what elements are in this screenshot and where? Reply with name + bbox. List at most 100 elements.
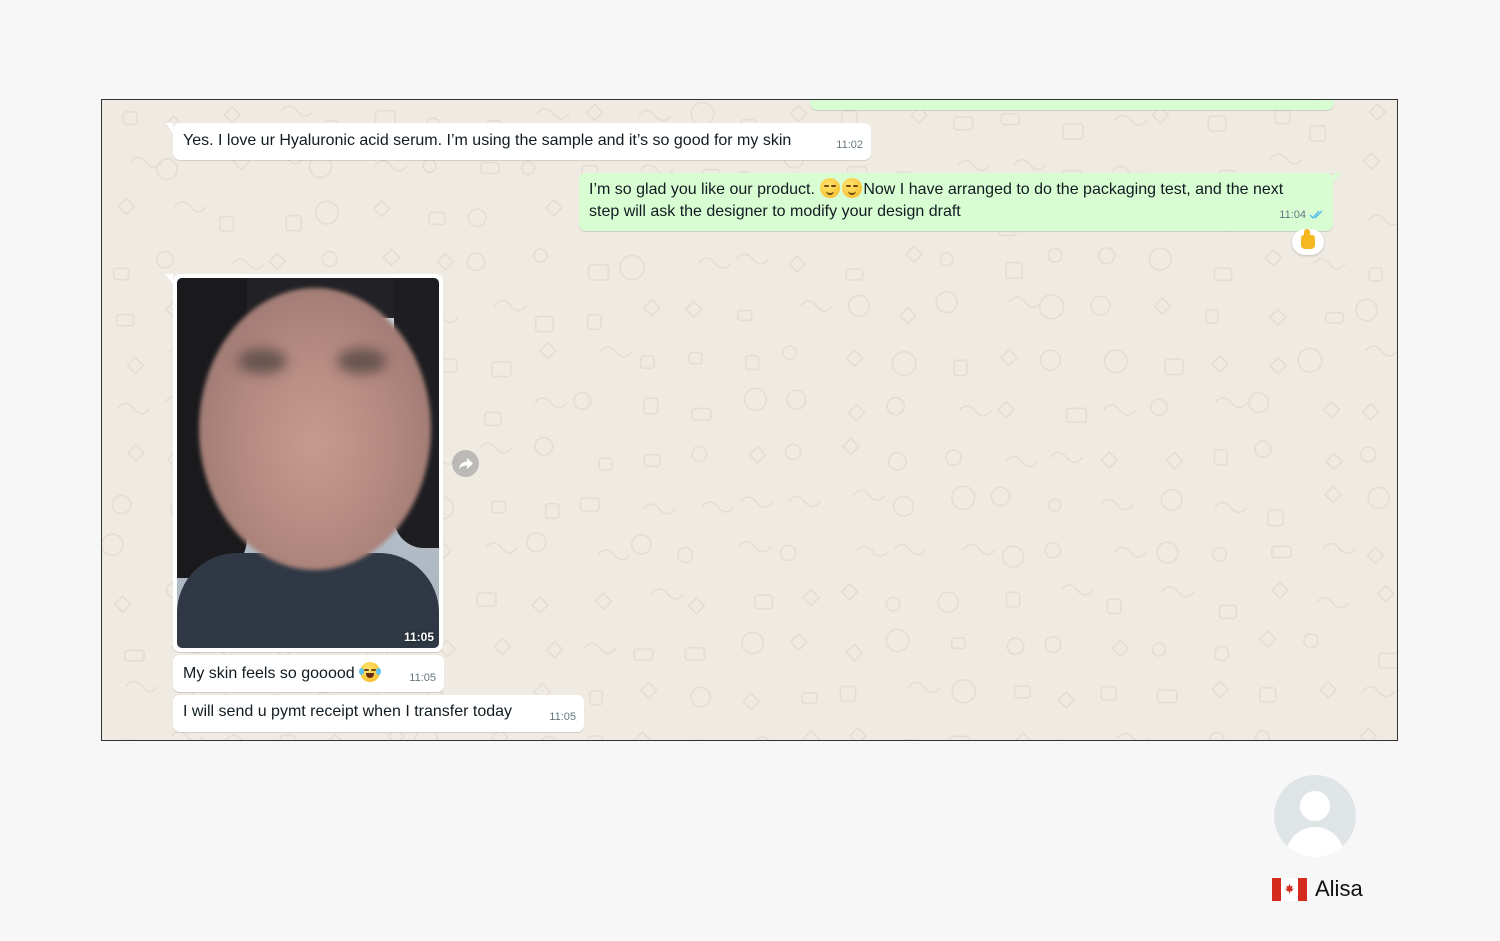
wallpaper-doodle (885, 596, 901, 612)
wallpaper-doodle (886, 396, 905, 416)
wallpaper-doodle (1100, 498, 1134, 511)
wallpaper-doodle (598, 457, 613, 471)
wallpaper-doodle (839, 685, 857, 702)
wallpaper-doodle (799, 300, 834, 312)
wallpaper-doodle (279, 734, 296, 740)
wallpaper-doodle (124, 649, 145, 662)
wallpaper-doodle (888, 451, 907, 471)
message-text: I’m so glad you like our product. Now I … (589, 178, 1309, 223)
message-bubble-outgoing-partial[interactable]: 10:58 (810, 100, 1334, 110)
wallpaper-doodle (1323, 485, 1343, 504)
wallpaper-doodle (1268, 308, 1287, 327)
wallpaper-doodle (534, 396, 568, 409)
wallpaper-doodle (1047, 498, 1062, 513)
wallpaper-doodle (1044, 541, 1062, 559)
wallpaper-doodle (698, 257, 732, 269)
wallpaper-doodle (782, 345, 797, 360)
message-bubble-incoming[interactable]: My skin feels so gooood 11:05 (173, 655, 444, 692)
wallpaper-doodle (1269, 356, 1288, 375)
wallpaper-doodle (533, 248, 548, 263)
wallpaper-doodle (1269, 153, 1304, 165)
wallpaper-doodle (741, 631, 764, 655)
wallpaper-doodle (1111, 639, 1130, 658)
wallpaper-doodle (126, 443, 146, 462)
wallpaper-doodle (1364, 345, 1397, 357)
wallpaper-doodle (737, 309, 753, 322)
wallpaper-doodle (633, 648, 654, 661)
wallpaper-doodle (1274, 109, 1291, 125)
message-bubble-incoming[interactable]: I will send u pymt receipt when I transf… (173, 695, 584, 732)
image-thumbnail[interactable]: 11:05 (177, 278, 439, 648)
read-ticks-icon (1309, 210, 1323, 220)
wallpaper-doodle (1044, 636, 1062, 654)
wallpaper-doodle (690, 686, 712, 708)
wallpaper-doodle (1153, 296, 1172, 316)
wallpaper-doodle (479, 161, 500, 175)
wallpaper-doodle (1322, 400, 1341, 419)
wallpaper-doodle (1205, 309, 1219, 325)
wallpaper-doodle (996, 400, 1016, 419)
wallpaper-doodle (847, 294, 871, 317)
reaction-thumbs-up[interactable] (1292, 229, 1324, 255)
wallpaper-doodle (1270, 581, 1289, 600)
wallpaper-doodle (740, 496, 774, 508)
wallpaper-doodle (1319, 680, 1338, 699)
wallpaper-doodle (1362, 685, 1396, 698)
wallpaper-doodle (638, 109, 672, 122)
wallpaper-doodle (789, 633, 808, 652)
wallpaper-doodle (1264, 248, 1283, 268)
message-bubble-outgoing[interactable]: I’m so glad you like our product. Now I … (579, 173, 1341, 231)
wallpaper-doodle (494, 299, 528, 312)
wallpaper-doodle (840, 582, 859, 601)
wallpaper-doodle (687, 596, 706, 615)
wallpaper-doodle (225, 734, 258, 740)
wallpaper-doodle (1001, 545, 1025, 568)
wallpaper-doodle (642, 503, 677, 515)
wallpaper-doodle (493, 637, 512, 656)
wallpaper-doodle (125, 680, 159, 693)
wallpaper-doodle (1100, 451, 1119, 470)
wallpaper-doodle (1210, 354, 1229, 374)
wallpaper-doodle (1209, 731, 1225, 740)
wallpaper-doodle (111, 494, 132, 515)
wallpaper-doodle (684, 647, 706, 662)
wallpaper-doodle (742, 692, 761, 711)
wallpaper-doodle (1361, 402, 1380, 421)
wallpaper-doodle (1000, 113, 1020, 126)
image-message[interactable]: 11:05 (165, 274, 443, 652)
message-text: Yes. I love ur Hyaluronic acid serum. I’… (183, 132, 792, 149)
wallpaper-doodle (755, 736, 770, 740)
wallpaper-doodle (170, 730, 204, 740)
wallpaper-doodle (1367, 486, 1391, 510)
wallpaper-doodle (321, 250, 338, 268)
wallpaper-doodle (534, 315, 555, 333)
wallpaper-doodle (1355, 298, 1378, 322)
message-time: 11:05 (409, 672, 436, 684)
wallpaper-doodle (1060, 584, 1094, 596)
wallpaper-doodle (173, 200, 207, 213)
wallpaper-doodle (587, 735, 604, 740)
wallpaper-doodle (520, 160, 536, 176)
wallpaper-doodle (589, 689, 604, 706)
wallpaper-doodle (684, 300, 703, 319)
wallpaper-doodle (939, 252, 954, 267)
wallpaper-doodle (1160, 488, 1183, 511)
wallpaper-doodle (1116, 732, 1151, 740)
wallpaper-doodle (1248, 392, 1270, 414)
forward-button[interactable] (452, 450, 479, 477)
wallpaper-doodle (1103, 404, 1137, 416)
wallpaper-doodle (102, 533, 124, 557)
wallpaper-doodle (267, 252, 287, 271)
wallpaper-doodle (483, 411, 502, 427)
wallpaper-doodle (788, 255, 807, 274)
message-bubble-incoming[interactable]: Yes. I love ur Hyaluronic acid serum. I’… (165, 123, 871, 160)
wallpaper-doodle (905, 245, 924, 264)
wallpaper-doodle (491, 361, 512, 378)
wallpaper-doodle (691, 407, 712, 421)
wallpaper-doodle (526, 531, 547, 553)
wallpaper-doodle (951, 637, 967, 650)
smiling-face-emoji (820, 178, 841, 198)
image-time: 11:05 (403, 630, 434, 644)
wallpaper-doodle (642, 298, 661, 317)
wallpaper-doodle (745, 354, 760, 371)
